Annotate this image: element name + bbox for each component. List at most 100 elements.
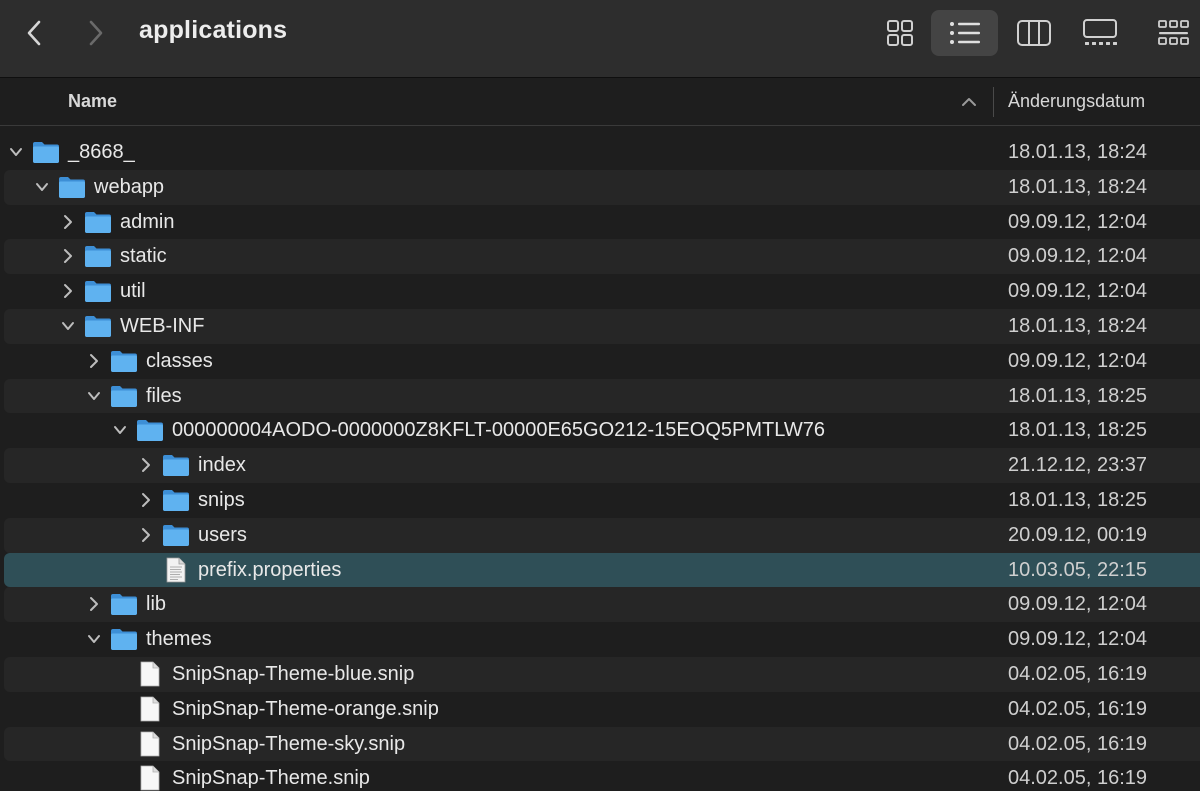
folder-icon bbox=[110, 592, 138, 621]
file-row[interactable]: SnipSnap-Theme.snip 04.02.05, 16:19 bbox=[4, 761, 1200, 791]
file-row[interactable]: util 09.09.12, 12:04 bbox=[4, 274, 1200, 309]
file-name: snips bbox=[198, 488, 245, 511]
gallery-view-button[interactable] bbox=[1072, 10, 1128, 56]
folder-icon bbox=[162, 453, 190, 482]
disclosure-expanded-icon[interactable] bbox=[113, 422, 127, 438]
modified-date: 09.09.12, 12:04 bbox=[1008, 280, 1148, 303]
modified-date: 18.01.13, 18:25 bbox=[1008, 384, 1148, 407]
window-title: applications bbox=[139, 16, 288, 44]
folder-icon bbox=[110, 384, 138, 413]
modified-date: 10.03.05, 22:15 bbox=[1008, 558, 1148, 581]
list-view-button[interactable] bbox=[931, 10, 998, 56]
file-name: util bbox=[120, 280, 146, 303]
finder-window: applications Name Änderungsdatum _8668_ … bbox=[0, 0, 1200, 791]
file-name: users bbox=[198, 523, 247, 546]
disclosure-collapsed-icon[interactable] bbox=[61, 248, 75, 264]
sort-ascending-icon[interactable] bbox=[960, 95, 978, 113]
modified-date: 04.02.05, 16:19 bbox=[1008, 732, 1148, 755]
file-name: classes bbox=[146, 349, 213, 372]
file-row[interactable]: themes 09.09.12, 12:04 bbox=[4, 622, 1200, 657]
file-name: _8668_ bbox=[68, 141, 135, 163]
disclosure-expanded-icon[interactable] bbox=[61, 318, 75, 334]
modified-date: 09.09.12, 12:04 bbox=[1008, 210, 1148, 233]
file-name: files bbox=[146, 384, 182, 407]
file-name: 000000004AODO-0000000Z8KFLT-00000E65GO21… bbox=[172, 419, 825, 442]
disclosure-collapsed-icon[interactable] bbox=[61, 283, 75, 299]
modified-date: 18.01.13, 18:24 bbox=[1008, 314, 1148, 337]
file-list: _8668_ 18.01.13, 18:24 webapp 18.01.13, 18:… bbox=[0, 135, 1200, 791]
file-name: lib bbox=[146, 593, 167, 616]
modified-date: 04.02.05, 16:19 bbox=[1008, 767, 1148, 790]
file-row[interactable]: users 20.09.12, 00:19 bbox=[4, 517, 1200, 553]
file-name: SnipSnap-Theme-sky.snip bbox=[172, 732, 406, 755]
file-row[interactable]: classes 09.09.12, 12:04 bbox=[4, 344, 1200, 379]
document-icon bbox=[139, 661, 161, 692]
disclosure-expanded-icon[interactable] bbox=[87, 631, 101, 647]
document-icon bbox=[139, 731, 161, 762]
more-view-button[interactable] bbox=[1148, 10, 1200, 56]
date-column-header[interactable]: Änderungsdatum bbox=[1008, 91, 1145, 112]
modified-date: 20.09.12, 00:19 bbox=[1008, 523, 1148, 546]
list-icon bbox=[949, 22, 980, 44]
file-row-selected[interactable]: prefix.properties 10.03.05, 22:15 bbox=[4, 552, 1200, 588]
document-icon bbox=[139, 765, 161, 791]
document-icon bbox=[139, 696, 161, 727]
folder-icon bbox=[84, 210, 112, 239]
file-row[interactable]: _8668_ 18.01.13, 18:24 bbox=[4, 135, 1200, 170]
modified-date: 18.01.13, 18:25 bbox=[1008, 419, 1148, 442]
modified-date: 18.01.13, 18:24 bbox=[1008, 141, 1148, 163]
modified-date: 04.02.05, 16:19 bbox=[1008, 697, 1148, 720]
file-row[interactable]: admin 09.09.12, 12:04 bbox=[4, 205, 1200, 240]
column-view-button[interactable] bbox=[1006, 10, 1062, 56]
folder-icon bbox=[162, 488, 190, 517]
disclosure-collapsed-icon[interactable] bbox=[139, 527, 153, 543]
file-row[interactable]: static 09.09.12, 12:04 bbox=[4, 239, 1200, 275]
file-name: webapp bbox=[94, 175, 165, 198]
modified-date: 21.12.12, 23:37 bbox=[1008, 454, 1148, 477]
folder-icon bbox=[84, 244, 112, 273]
disclosure-expanded-icon[interactable] bbox=[35, 179, 49, 195]
chevron-right-icon bbox=[89, 20, 103, 46]
modified-date: 09.09.12, 12:04 bbox=[1008, 245, 1148, 268]
file-row[interactable]: webapp 18.01.13, 18:24 bbox=[4, 169, 1200, 205]
disclosure-collapsed-icon[interactable] bbox=[87, 353, 101, 369]
icon-view-button[interactable] bbox=[874, 10, 926, 56]
file-row[interactable]: SnipSnap-Theme-orange.snip 04.02.05, 16:1… bbox=[4, 692, 1200, 727]
column-separator[interactable] bbox=[993, 87, 994, 117]
file-name: themes bbox=[146, 628, 212, 651]
file-row[interactable]: snips 18.01.13, 18:25 bbox=[4, 483, 1200, 518]
back-button[interactable] bbox=[16, 14, 52, 52]
chevron-left-icon bbox=[27, 20, 41, 46]
grid-more-icon bbox=[1158, 20, 1189, 45]
folder-icon bbox=[110, 627, 138, 656]
forward-button[interactable] bbox=[78, 14, 114, 52]
file-name: prefix.properties bbox=[198, 558, 342, 581]
file-name: index bbox=[198, 454, 246, 477]
file-row[interactable]: SnipSnap-Theme-blue.snip 04.02.05, 16:19 bbox=[4, 656, 1200, 692]
folder-icon bbox=[58, 175, 86, 204]
folder-icon bbox=[162, 523, 190, 552]
file-row[interactable]: files 18.01.13, 18:25 bbox=[4, 378, 1200, 414]
file-row[interactable]: 000000004AODO-0000000Z8KFLT-00000E65GO21… bbox=[4, 413, 1200, 448]
file-row[interactable]: WEB-INF 18.01.13, 18:24 bbox=[4, 308, 1200, 344]
disclosure-collapsed-icon[interactable] bbox=[87, 596, 101, 612]
file-row[interactable]: SnipSnap-Theme-sky.snip 04.02.05, 16:19 bbox=[4, 726, 1200, 762]
name-column-header[interactable]: Name bbox=[68, 91, 117, 112]
file-name: static bbox=[120, 245, 167, 268]
folder-icon bbox=[136, 418, 164, 447]
file-row[interactable]: index 21.12.12, 23:37 bbox=[4, 448, 1200, 483]
list-header: Name Änderungsdatum bbox=[0, 79, 1200, 126]
disclosure-expanded-icon[interactable] bbox=[87, 388, 101, 404]
disclosure-collapsed-icon[interactable] bbox=[139, 457, 153, 473]
disclosure-collapsed-icon[interactable] bbox=[139, 492, 153, 508]
modified-date: 09.09.12, 12:04 bbox=[1008, 628, 1148, 651]
disclosure-expanded-icon[interactable] bbox=[9, 144, 23, 160]
file-name: SnipSnap-Theme-orange.snip bbox=[172, 697, 439, 720]
file-name: SnipSnap-Theme.snip bbox=[172, 767, 370, 790]
modified-date: 04.02.05, 16:19 bbox=[1008, 662, 1148, 685]
modified-date: 18.01.13, 18:25 bbox=[1008, 488, 1148, 511]
file-row[interactable]: lib 09.09.12, 12:04 bbox=[4, 587, 1200, 623]
icon-grid-icon bbox=[887, 20, 913, 46]
disclosure-collapsed-icon[interactable] bbox=[61, 214, 75, 230]
modified-date: 09.09.12, 12:04 bbox=[1008, 593, 1148, 616]
